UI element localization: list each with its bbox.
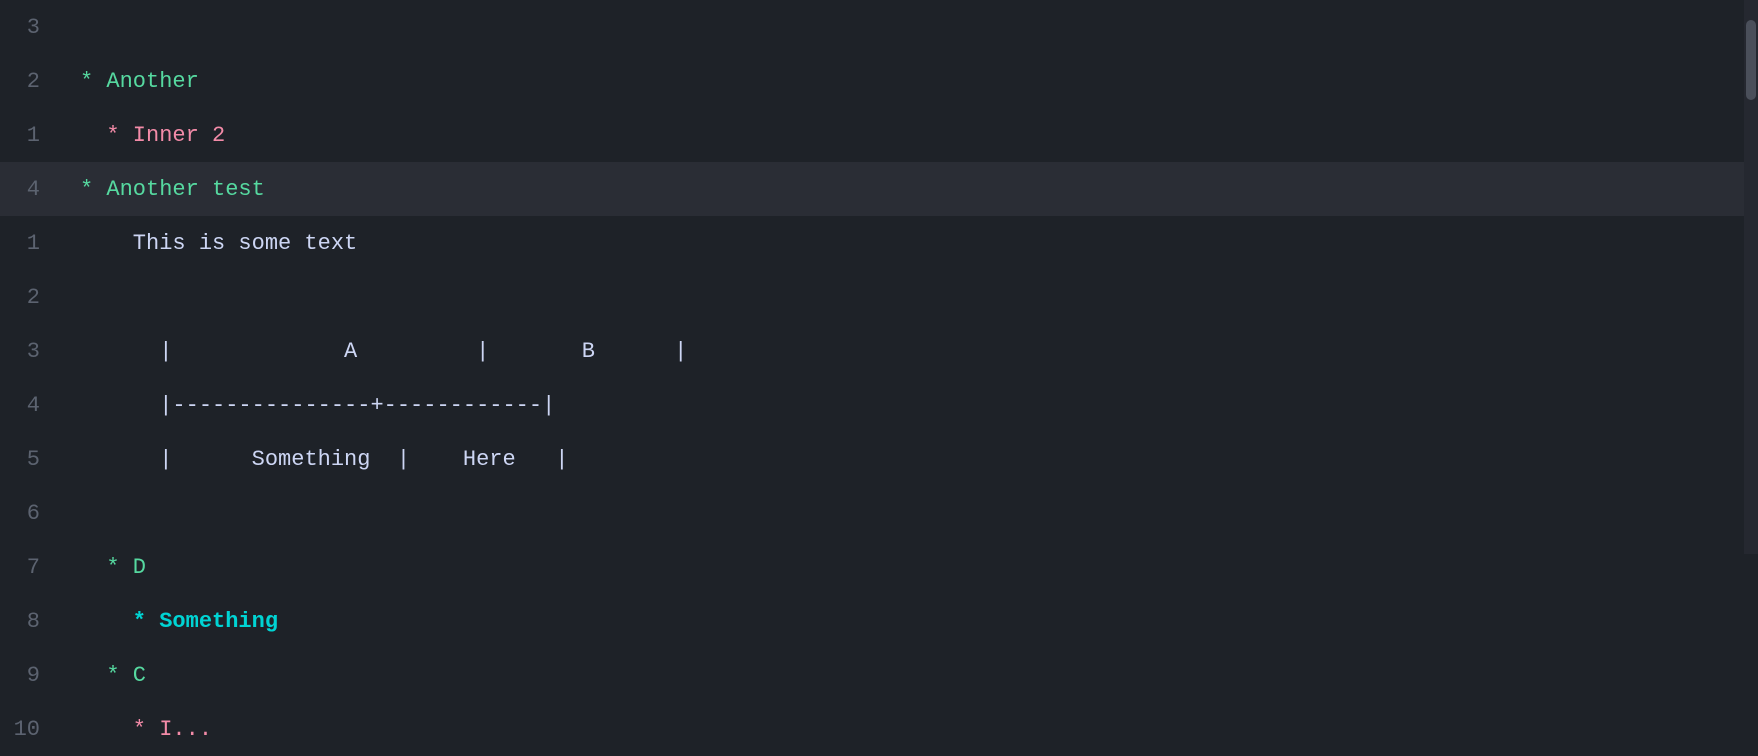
line-8-something: 8 * Something [0,594,1758,648]
line-3: 3 [0,0,1758,54]
line-4-highlighted: 4 * Another test [0,162,1758,216]
line-content-text: This is some text [60,231,1758,256]
line-number: 2 [0,69,60,94]
code-editor: 3 2 * Another 1 * Inner 2 4 * Another te… [0,0,1758,554]
line-10-partial: 10 * I... [0,702,1758,756]
line-content-partial: * I... [60,717,1758,742]
scrollbar-thumb[interactable] [1746,20,1756,100]
line-1-inner: 1 * Inner 2 [0,108,1758,162]
line-7-d: 7 * D [0,540,1758,594]
line-content-another-test: * Another test [60,177,1758,202]
line-number: 9 [0,663,60,688]
table-separator: |---------------+------------| [159,393,555,418]
line-1-text: 1 This is some text [0,216,1758,270]
line-5-table-data: 5 | Something | Here | [0,432,1758,486]
scrollbar[interactable] [1744,0,1758,554]
line-number: 6 [0,501,60,526]
line-number: 3 [0,15,60,40]
line-number: 4 [0,393,60,418]
line-2: 2 * Another [0,54,1758,108]
line-content-d: * D [60,555,1758,580]
line-number: 8 [0,609,60,634]
line-number: 1 [0,231,60,256]
line-number: 4 [0,177,60,202]
table-data-row: | Something | Here | [159,447,568,472]
line-6-empty: 6 [0,486,1758,540]
line-content-c: * C [60,663,1758,688]
line-content-something: * Something [60,609,1758,634]
line-number: 3 [0,339,60,364]
line-number: 10 [0,717,60,742]
line-content-inner2: * Inner 2 [60,123,1758,148]
line-number: 5 [0,447,60,472]
line-number: 1 [0,123,60,148]
line-number: 7 [0,555,60,580]
line-number: 2 [0,285,60,310]
line-9-c: 9 * C [0,648,1758,702]
table-header-row: | A | B | [159,339,687,364]
line-content-another: * Another [60,69,1758,94]
